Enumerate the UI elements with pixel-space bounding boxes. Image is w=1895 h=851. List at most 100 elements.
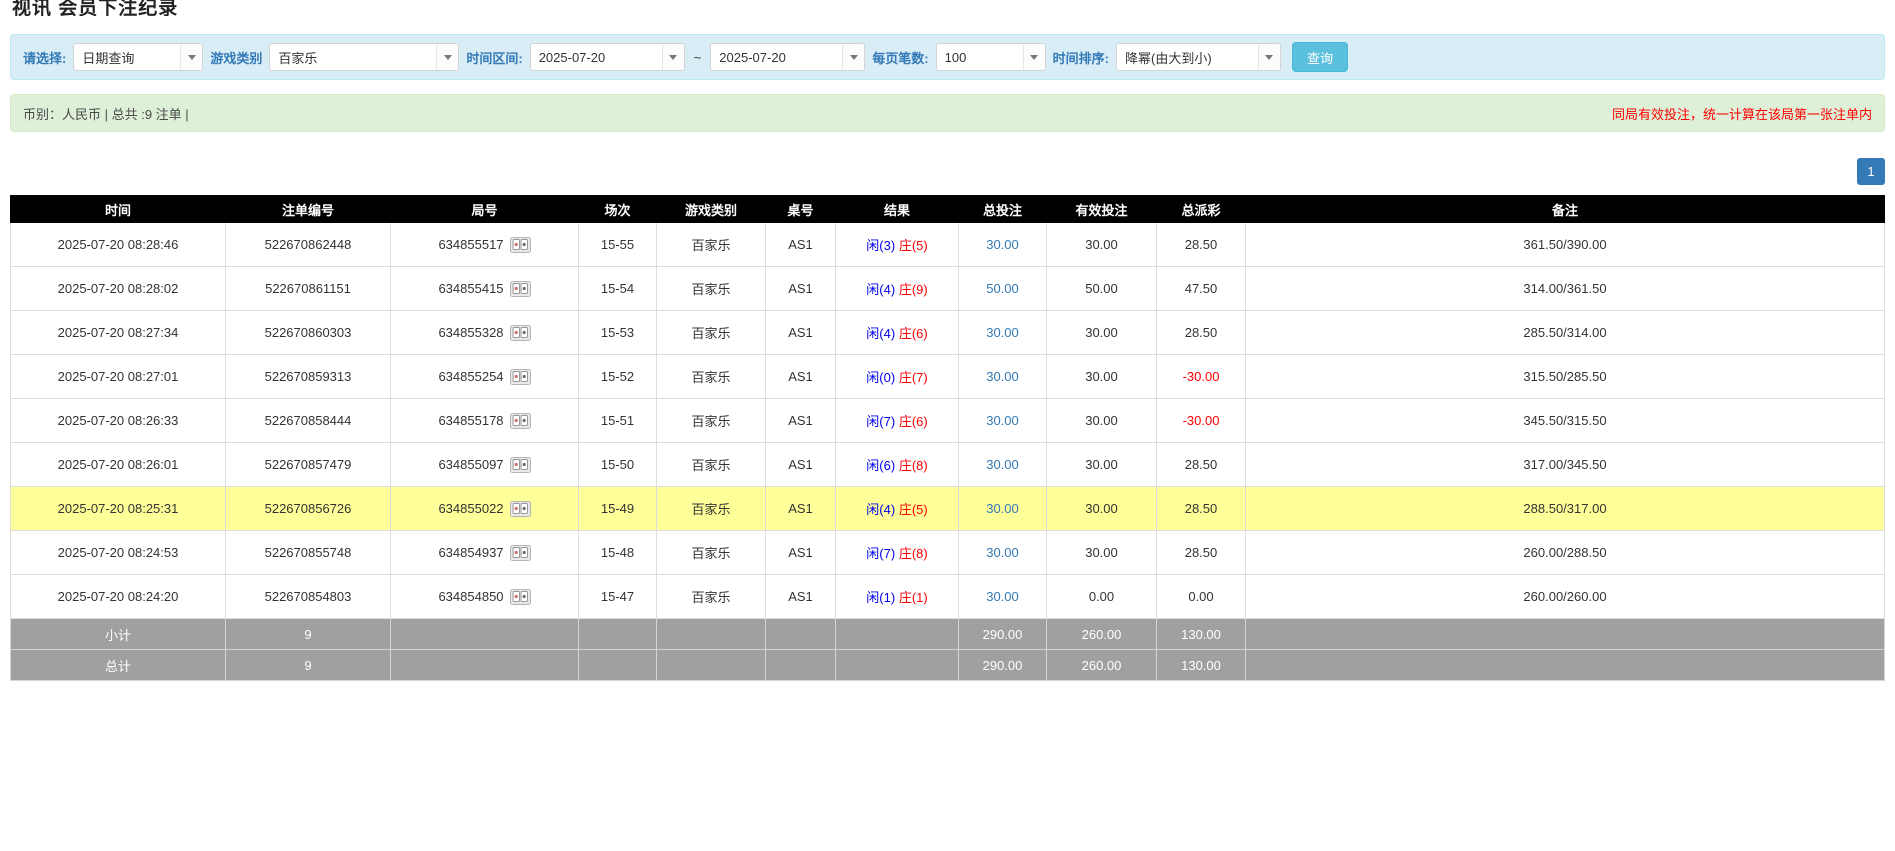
subtotal-total-bet: 290.00 [959, 619, 1047, 650]
table-row: 2025-07-20 08:28:02 522670861151 6348554… [11, 267, 1885, 311]
cell-time: 2025-07-20 08:28:46 [11, 223, 226, 267]
cell-total-bet: 30.00 [959, 311, 1047, 355]
pagination: 1 [10, 158, 1885, 185]
result-player: 闲(4) [866, 282, 895, 297]
page-title-text: 视讯 会员下注纪录 [12, 0, 1895, 16]
cell-bet-id: 522670858444 [226, 399, 391, 443]
total-bet-link[interactable]: 30.00 [986, 545, 1019, 560]
table-row: 2025-07-20 08:26:01 522670857479 6348550… [11, 443, 1885, 487]
view-cards-icon[interactable] [510, 501, 531, 517]
result-banker: 庄(8) [899, 458, 928, 473]
cell-session: 15-48 [579, 531, 657, 575]
view-cards-icon[interactable] [510, 589, 531, 605]
query-type-select[interactable]: 日期查询 [73, 43, 203, 71]
round-id-text: 634854850 [438, 589, 503, 604]
cell-table-no: AS1 [766, 223, 836, 267]
result-banker: 庄(1) [899, 590, 928, 605]
cell-payout: 28.50 [1157, 531, 1246, 575]
cell-valid-bet: 30.00 [1047, 443, 1157, 487]
cell-table-no: AS1 [766, 487, 836, 531]
cell-session: 15-51 [579, 399, 657, 443]
cell-valid-bet: 50.00 [1047, 267, 1157, 311]
result-banker: 庄(7) [899, 370, 928, 385]
table-row: 2025-07-20 08:27:34 522670860303 6348553… [11, 311, 1885, 355]
cell-game-type: 百家乐 [657, 223, 766, 267]
view-cards-icon[interactable] [510, 325, 531, 341]
total-bet-link[interactable]: 30.00 [986, 413, 1019, 428]
cell-table-no: AS1 [766, 443, 836, 487]
view-cards-icon[interactable] [510, 369, 531, 385]
cell-bet-id: 522670855748 [226, 531, 391, 575]
view-cards-icon[interactable] [510, 237, 531, 253]
bet-records-table: 时间 注单编号 局号 场次 游戏类别 桌号 结果 总投注 有效投注 总派彩 备注… [10, 195, 1885, 681]
per-page-select[interactable]: 100 [936, 43, 1046, 71]
page: 视讯 会员下注纪录 请选择: 日期查询 游戏类别 百家乐 时间区间: 2025-… [0, 0, 1895, 681]
search-button[interactable]: 查询 [1292, 42, 1348, 72]
round-id-text: 634855517 [438, 237, 503, 252]
cell-payout: 0.00 [1157, 575, 1246, 619]
game-type-select[interactable]: 百家乐 [269, 43, 459, 71]
cell-result: 闲(0) 庄(7) [836, 355, 959, 399]
total-bet-link[interactable]: 30.00 [986, 369, 1019, 384]
round-id-text: 634855097 [438, 457, 503, 472]
chevron-down-icon [436, 44, 458, 70]
cell-time: 2025-07-20 08:26:01 [11, 443, 226, 487]
total-bet-link[interactable]: 30.00 [986, 457, 1019, 472]
result-player: 闲(4) [866, 502, 895, 517]
cell-game-type: 百家乐 [657, 267, 766, 311]
grand-total-row: 总计 9 290.00 260.00 130.00 [11, 650, 1885, 681]
page-1-button[interactable]: 1 [1857, 158, 1885, 185]
cell-time: 2025-07-20 08:24:20 [11, 575, 226, 619]
cell-session: 15-55 [579, 223, 657, 267]
cell-note: 288.50/317.00 [1246, 487, 1885, 531]
cell-table-no: AS1 [766, 311, 836, 355]
cell-time: 2025-07-20 08:27:34 [11, 311, 226, 355]
view-cards-icon[interactable] [510, 457, 531, 473]
view-cards-icon[interactable] [510, 545, 531, 561]
cell-session: 15-52 [579, 355, 657, 399]
cell-note: 315.50/285.50 [1246, 355, 1885, 399]
view-cards-icon[interactable] [510, 413, 531, 429]
total-bet-link[interactable]: 30.00 [986, 589, 1019, 604]
cell-session: 15-54 [579, 267, 657, 311]
date-from-select[interactable]: 2025-07-20 [530, 43, 685, 71]
cell-result: 闲(4) 庄(9) [836, 267, 959, 311]
round-id-text: 634855178 [438, 413, 503, 428]
cell-game-type: 百家乐 [657, 311, 766, 355]
table-header: 时间 注单编号 局号 场次 游戏类别 桌号 结果 总投注 有效投注 总派彩 备注 [11, 196, 1885, 223]
cell-round-id: 634855022 [391, 487, 579, 531]
cell-result: 闲(7) 庄(8) [836, 531, 959, 575]
cell-total-bet: 30.00 [959, 399, 1047, 443]
sort-order-select[interactable]: 降幂(由大到小) [1116, 43, 1281, 71]
per-page-value: 100 [945, 50, 967, 65]
date-to-select[interactable]: 2025-07-20 [710, 43, 865, 71]
result-player: 闲(0) [866, 370, 895, 385]
cell-time: 2025-07-20 08:28:02 [11, 267, 226, 311]
cell-payout: -30.00 [1157, 399, 1246, 443]
table-body: 2025-07-20 08:28:46 522670862448 6348555… [11, 223, 1885, 619]
cell-payout: 47.50 [1157, 267, 1246, 311]
cell-round-id: 634855178 [391, 399, 579, 443]
cell-valid-bet: 30.00 [1047, 311, 1157, 355]
cell-total-bet: 30.00 [959, 355, 1047, 399]
sort-order-label: 时间排序: [1053, 48, 1109, 67]
total-bet-link[interactable]: 50.00 [986, 281, 1019, 296]
header-note: 备注 [1246, 196, 1885, 223]
per-page-label: 每页笔数: [872, 48, 928, 67]
cell-time: 2025-07-20 08:27:01 [11, 355, 226, 399]
total-bet-link[interactable]: 30.00 [986, 325, 1019, 340]
cell-game-type: 百家乐 [657, 487, 766, 531]
total-bet-link[interactable]: 30.00 [986, 501, 1019, 516]
cell-payout: 28.50 [1157, 487, 1246, 531]
view-cards-icon[interactable] [510, 281, 531, 297]
cell-bet-id: 522670854803 [226, 575, 391, 619]
header-round-id: 局号 [391, 196, 579, 223]
grand-total-total-bet: 290.00 [959, 650, 1047, 681]
chevron-down-icon [1023, 44, 1045, 70]
cell-note: 260.00/260.00 [1246, 575, 1885, 619]
header-bet-id: 注单编号 [226, 196, 391, 223]
cell-note: 345.50/315.50 [1246, 399, 1885, 443]
cell-valid-bet: 30.00 [1047, 223, 1157, 267]
subtotal-row: 小计 9 290.00 260.00 130.00 [11, 619, 1885, 650]
total-bet-link[interactable]: 30.00 [986, 237, 1019, 252]
